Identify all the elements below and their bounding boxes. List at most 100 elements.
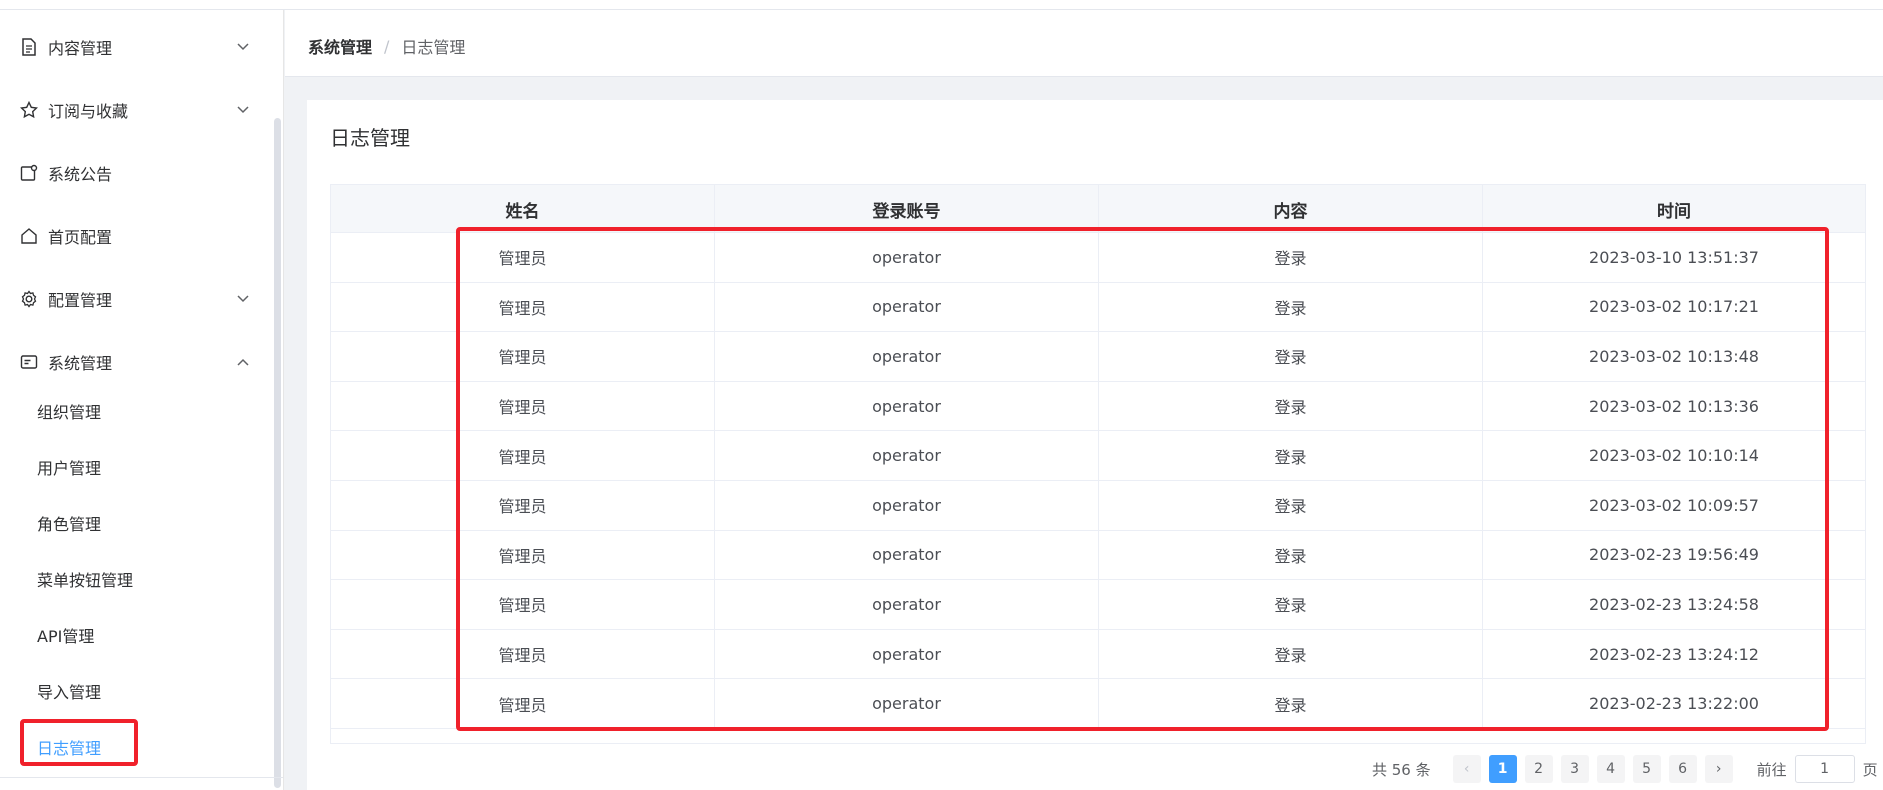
table-footer: [331, 729, 1865, 743]
sidebar-divider: [0, 777, 283, 778]
chevron-down-icon: [236, 292, 250, 306]
breadcrumb: 系统管理 / 日志管理: [308, 34, 465, 58]
breadcrumb-item-system[interactable]: 系统管理: [308, 34, 372, 58]
cell-name: 管理员: [331, 282, 715, 332]
cell-name: 管理员: [331, 530, 715, 580]
chevron-up-icon: [236, 355, 250, 369]
cell-name: 管理员: [331, 332, 715, 381]
cell-time: 2023-03-02 10:13:36: [1589, 396, 1759, 416]
page-button-4[interactable]: 4: [1596, 755, 1625, 783]
cell-time: 2023-02-23 13:24:12: [1589, 644, 1759, 664]
cell-time: 2023-03-10 13:51:37: [1589, 247, 1759, 267]
cell-time: 2023-03-02 10:10:14: [1589, 446, 1759, 466]
table-header: 姓名 登录账号 内容 时间: [331, 185, 1865, 233]
cell-name: 管理员: [331, 480, 715, 530]
column-header-account: 登录账号: [715, 185, 1099, 233]
top-bar: [0, 0, 1883, 10]
table-row: 管理员 operator 登录 2023-02-23 19:56:49: [331, 530, 1865, 581]
page-button-2[interactable]: 2: [1524, 755, 1553, 783]
home-icon: [19, 226, 39, 246]
cell-name: 管理员: [331, 233, 715, 282]
cell-content: 登录: [1099, 332, 1483, 381]
notice-icon: [19, 163, 39, 183]
cell-content: 登录: [1099, 530, 1483, 580]
goto-label: 前往: [1756, 760, 1787, 779]
goto-page-input[interactable]: [1794, 755, 1855, 783]
sidebar-subitem-label: 角色管理: [37, 515, 102, 534]
cell-name: 管理员: [331, 629, 715, 679]
cell-time: 2023-02-23 19:56:49: [1589, 545, 1759, 565]
sidebar-item-home-config[interactable]: 首页配置: [0, 211, 270, 261]
sidebar-subitem-label: 组织管理: [37, 403, 102, 422]
sidebar-scrollbar[interactable]: [274, 118, 281, 788]
column-header-content: 内容: [1099, 185, 1483, 233]
page-button-1[interactable]: 1: [1488, 755, 1517, 783]
sidebar-subitem-label: 用户管理: [37, 459, 102, 478]
cell-content: 登录: [1099, 580, 1483, 629]
sidebar-subitem-import[interactable]: 导入管理: [0, 669, 270, 713]
cell-content: 登录: [1099, 381, 1483, 431]
pagination: 共 56 条 ‹ 1 2 3 4 5 6 › 前往 页: [1372, 755, 1878, 783]
sidebar-subitem-label: 导入管理: [37, 683, 102, 702]
sidebar-subitem-api[interactable]: API管理: [0, 613, 270, 657]
cell-time: 2023-03-02 10:13:48: [1589, 346, 1759, 366]
cell-name: 管理员: [331, 381, 715, 431]
sidebar-item-label: 系统公告: [48, 165, 113, 184]
log-table: 姓名 登录账号 内容 时间 管理员 operator 登录 2023-03-10 13…: [330, 184, 1866, 744]
page-title: 日志管理: [330, 126, 410, 150]
cell-account: operator: [715, 480, 1099, 530]
cell-account: operator: [715, 233, 1099, 282]
breadcrumb-item-current: 日志管理: [401, 38, 466, 57]
cell-account: operator: [715, 381, 1099, 431]
prev-page-button[interactable]: ‹: [1452, 755, 1481, 783]
cell-content: 登录: [1099, 282, 1483, 332]
cell-account: operator: [715, 629, 1099, 679]
table-row: 管理员 operator 登录 2023-03-02 10:10:14: [331, 431, 1865, 481]
sidebar-subitem-menu-buttons[interactable]: 菜单按钮管理: [0, 557, 270, 601]
table-row: 管理员 operator 登录 2023-02-23 13:24:12: [331, 629, 1865, 680]
table-row: 管理员 operator 登录 2023-03-02 10:13:48: [331, 332, 1865, 382]
sidebar-subitem-org[interactable]: 组织管理: [0, 389, 270, 433]
sidebar-item-system[interactable]: 系统管理: [0, 337, 270, 387]
cell-content: 登录: [1099, 679, 1483, 728]
goto-group: 前往 页: [1757, 755, 1878, 783]
cell-content: 登录: [1099, 431, 1483, 480]
next-page-button[interactable]: ›: [1704, 755, 1733, 783]
document-icon: [19, 37, 39, 57]
sidebar-subitem-label: 菜单按钮管理: [37, 571, 134, 590]
sidebar-subitem-logs[interactable]: 日志管理: [0, 725, 270, 769]
sidebar-item-content[interactable]: 内容管理: [0, 22, 270, 72]
sidebar-item-label: 系统管理: [48, 354, 113, 373]
sidebar-item-label: 配置管理: [48, 291, 113, 310]
table-row: 管理员 operator 登录 2023-03-02 10:13:36: [331, 381, 1865, 432]
page-button-6[interactable]: 6: [1668, 755, 1697, 783]
cell-account: operator: [715, 679, 1099, 728]
star-icon: [19, 100, 39, 120]
sidebar-item-config[interactable]: 配置管理: [0, 274, 270, 324]
sidebar-item-label: 内容管理: [48, 39, 113, 58]
sidebar-subitem-label: 日志管理: [37, 739, 102, 758]
sidebar-item-subscription[interactable]: 订阅与收藏: [0, 85, 270, 135]
table-row: 管理员 operator 登录 2023-02-23 13:22:00: [331, 679, 1865, 729]
cell-content: 登录: [1099, 480, 1483, 530]
page-button-5[interactable]: 5: [1632, 755, 1661, 783]
sidebar-item-notice[interactable]: 系统公告: [0, 148, 270, 198]
cell-account: operator: [715, 282, 1099, 332]
cell-time: 2023-02-23 13:24:58: [1589, 594, 1759, 614]
cell-content: 登录: [1099, 629, 1483, 679]
log-card: 日志管理 姓名 登录账号 内容 时间 管理员 operator 登录 2023-03-…: [307, 100, 1883, 790]
chevron-down-icon: [236, 103, 250, 117]
pagination-total: 共 56 条: [1372, 760, 1431, 779]
cell-name: 管理员: [331, 431, 715, 480]
sidebar-item-label: 首页配置: [48, 228, 113, 247]
header: 系统管理 / 日志管理: [285, 10, 1883, 77]
page-button-3[interactable]: 3: [1560, 755, 1589, 783]
column-header-name: 姓名: [331, 185, 715, 233]
cell-name: 管理员: [331, 679, 715, 728]
cell-account: operator: [715, 530, 1099, 580]
sidebar-subitem-roles[interactable]: 角色管理: [0, 501, 270, 545]
sidebar-subitem-users[interactable]: 用户管理: [0, 445, 270, 489]
cell-content: 登录: [1099, 233, 1483, 282]
sidebar-item-label: 订阅与收藏: [48, 102, 129, 121]
table-row: 管理员 operator 登录 2023-02-23 13:24:58: [331, 580, 1865, 630]
